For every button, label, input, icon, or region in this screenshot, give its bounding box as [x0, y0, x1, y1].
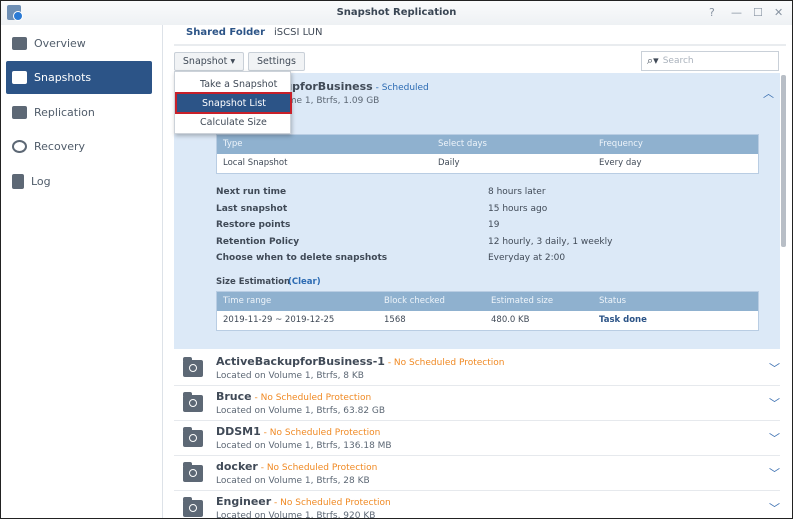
table-cell: 1568: [384, 315, 406, 325]
chevron-down-icon[interactable]: ﹀: [769, 465, 780, 481]
folder-location: Located on Volume 1, Btrfs, 63.82 GB: [216, 406, 385, 416]
replication-icon: [12, 106, 27, 119]
folder-row[interactable]: docker - No Scheduled Protection Located …: [174, 456, 780, 491]
folder-name: ActiveBackupforBusiness-1 - No Scheduled…: [216, 355, 504, 368]
sidebar-item-recovery[interactable]: Recovery: [6, 130, 152, 163]
detail-label: Choose when to delete snapshots: [216, 253, 387, 263]
chevron-down-icon[interactable]: ﹀: [769, 500, 780, 516]
folder-snapshot-icon: [183, 395, 203, 412]
schedule-status: - Scheduled: [373, 83, 429, 93]
sidebar-item-replication[interactable]: Replication: [6, 96, 152, 129]
recovery-icon: [12, 140, 27, 153]
folder-row[interactable]: Engineer - No Scheduled Protection Locate…: [174, 491, 780, 519]
folder-snapshot-icon: [183, 500, 203, 517]
tab-shared-folder[interactable]: Shared Folder: [186, 27, 265, 38]
folder-snapshot-icon: [183, 360, 203, 377]
table-cell: 2019-11-29 ~ 2019-12-25: [223, 315, 334, 325]
protection-status: - No Scheduled Protection: [385, 358, 505, 368]
status-cell: Task done: [599, 315, 647, 325]
chevron-down-icon[interactable]: ﹀: [769, 360, 780, 376]
folder-row[interactable]: DDSM1 - No Scheduled Protection Located o…: [174, 421, 780, 456]
tab-iscsi-lun[interactable]: iSCSI LUN: [274, 27, 322, 38]
detail-label: Last snapshot: [216, 204, 287, 214]
sidebar-item-overview[interactable]: Overview: [6, 27, 152, 60]
folder-location: Located on Volume 1, Btrfs, 8 KB: [216, 371, 364, 381]
snapshot-dropdown-menu: Take a Snapshot Snapshot List Calculate …: [174, 71, 291, 134]
chevron-down-icon[interactable]: ﹀: [769, 395, 780, 411]
sidebar-item-label: Replication: [34, 106, 95, 119]
folder-location: Located on Volume 1, Btrfs, 136.18 MB: [216, 441, 392, 451]
column-header: Time range: [223, 296, 271, 306]
sidebar-item-label: Snapshots: [34, 71, 91, 84]
folder-snapshot-icon: [183, 430, 203, 447]
detail-label: Retention Policy: [216, 237, 299, 247]
column-header: Estimated size: [491, 296, 553, 306]
folder-row[interactable]: Bruce - No Scheduled Protection Located o…: [174, 386, 780, 421]
camera-icon: [12, 71, 27, 84]
clear-link[interactable]: (Clear): [288, 277, 321, 287]
sidebar-item-label: Recovery: [34, 140, 85, 153]
overview-icon: [12, 37, 27, 50]
search-input[interactable]: ⌕▾ Search: [641, 51, 779, 71]
protection-status: - No Scheduled Protection: [258, 463, 378, 473]
schedule-table: Type Select days Frequency Local Snapshot D…: [216, 134, 759, 174]
table-cell: Local Snapshot: [223, 158, 287, 168]
folder-name: DDSM1 - No Scheduled Protection: [216, 425, 380, 438]
column-header: Type: [223, 139, 243, 149]
sidebar: Overview Snapshots Replication Recovery …: [1, 25, 163, 518]
scrollbar[interactable]: [781, 75, 786, 247]
table-row: 2019-11-29 ~ 2019-12-25 1568 480.0 KB Task …: [217, 311, 758, 330]
folder-location: Located on Volume 1, Btrfs, 28 KB: [216, 476, 370, 486]
column-header: Select days: [438, 139, 487, 149]
folder-snapshot-icon: [183, 465, 203, 482]
folder-name: Bruce - No Scheduled Protection: [216, 390, 371, 403]
size-estimation-title: Size Estimation: [216, 277, 290, 287]
chevron-up-icon[interactable]: ︿: [763, 85, 774, 101]
sidebar-item-label: Overview: [34, 37, 86, 50]
help-button[interactable]: ?: [709, 6, 715, 19]
search-placeholder: Search: [663, 56, 694, 66]
snapshot-replication-window: Snapshot Replication ? — ☐ ✕ Overview Sn…: [0, 0, 793, 519]
column-header: Frequency: [599, 139, 643, 149]
search-icon: ⌕▾: [647, 54, 659, 68]
detail-value: 12 hourly, 3 daily, 1 weekly: [488, 237, 612, 247]
size-estimation-table: Time range Block checked Estimated size Sta…: [216, 291, 759, 331]
folder-name: Engineer - No Scheduled Protection: [216, 495, 391, 508]
menu-item-calculate-size[interactable]: Calculate Size: [175, 113, 290, 131]
chevron-down-icon[interactable]: ﹀: [769, 430, 780, 446]
folder-name: docker - No Scheduled Protection: [216, 460, 377, 473]
menu-item-snapshot-list[interactable]: Snapshot List: [177, 94, 290, 112]
log-icon: [12, 174, 24, 189]
table-row: Local Snapshot Daily Every day: [217, 154, 758, 173]
sidebar-item-log[interactable]: Log: [6, 165, 152, 198]
snapshot-dropdown-button[interactable]: Snapshot ▾: [174, 52, 244, 71]
protection-status: - No Scheduled Protection: [252, 393, 372, 403]
sidebar-item-snapshots[interactable]: Snapshots: [6, 61, 152, 94]
minimize-button[interactable]: —: [731, 6, 742, 19]
column-header: Status: [599, 296, 626, 306]
detail-label: Restore points: [216, 220, 290, 230]
detail-value: 19: [488, 220, 499, 230]
table-cell: Daily: [438, 158, 460, 168]
column-header: Block checked: [384, 296, 445, 306]
protection-status: - No Scheduled Protection: [261, 428, 381, 438]
tab-bar: Shared Folder iSCSI LUN: [174, 22, 786, 46]
maximize-button[interactable]: ☐: [753, 6, 763, 19]
menu-item-take-snapshot[interactable]: Take a Snapshot: [175, 75, 290, 93]
folder-location: Located on Volume 1, Btrfs, 920 KB: [216, 511, 375, 519]
sidebar-item-label: Log: [31, 175, 51, 188]
protection-status: - No Scheduled Protection: [271, 498, 391, 508]
detail-value: Everyday at 2:00: [488, 253, 565, 263]
settings-button[interactable]: Settings: [248, 52, 305, 71]
table-cell: Every day: [599, 158, 642, 168]
table-cell: 480.0 KB: [491, 315, 529, 325]
window-title: Snapshot Replication: [1, 7, 792, 18]
detail-value: 8 hours later: [488, 187, 546, 197]
folder-row[interactable]: ActiveBackupforBusiness-1 - No Scheduled…: [174, 351, 780, 386]
detail-value: 15 hours ago: [488, 204, 547, 214]
detail-label: Next run time: [216, 187, 286, 197]
close-button[interactable]: ✕: [774, 6, 783, 19]
